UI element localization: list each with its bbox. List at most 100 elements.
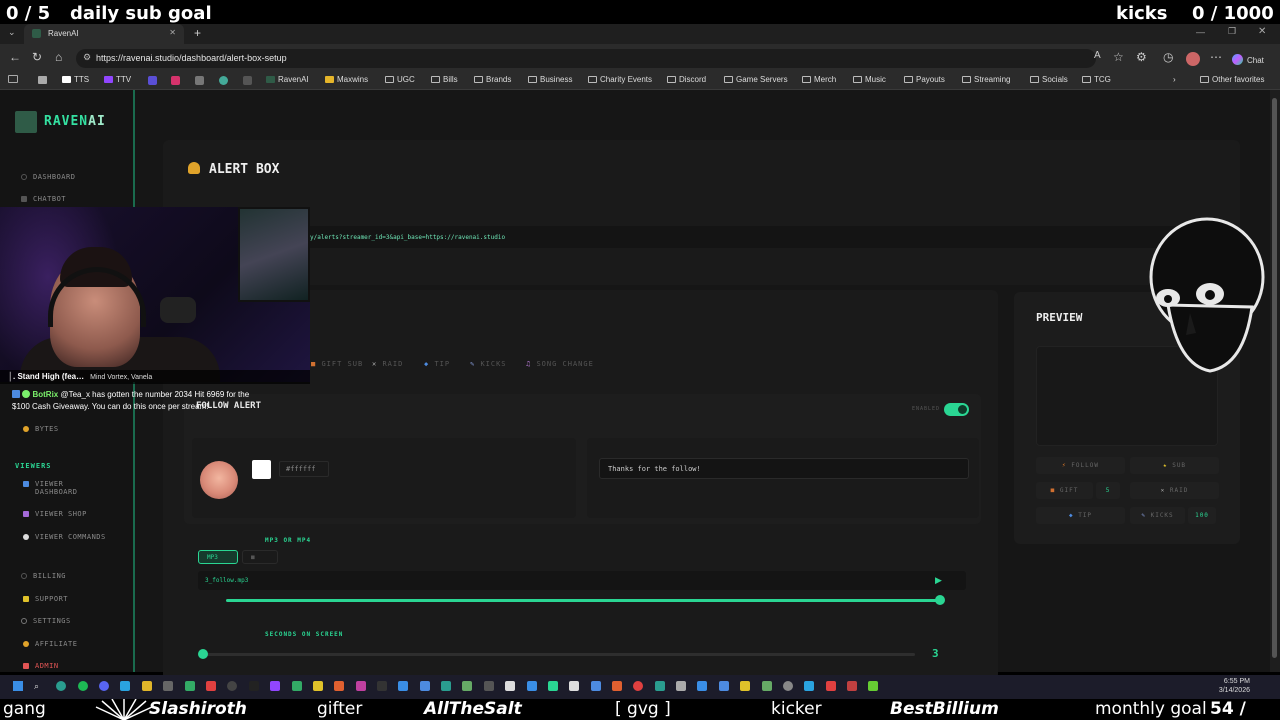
tab-list-icon[interactable]: ⌄ bbox=[8, 27, 16, 38]
taskbar-app-icon-25[interactable] bbox=[548, 681, 558, 691]
page-scroll-thumb[interactable] bbox=[1272, 98, 1277, 658]
preview-sub-button[interactable]: ★ SUB bbox=[1130, 457, 1219, 474]
sidebar-item-bytes[interactable]: BYTES bbox=[23, 425, 59, 433]
bookmark-tts[interactable]: TTS bbox=[62, 75, 89, 84]
taskbar-app-icon-19[interactable] bbox=[420, 681, 430, 691]
taskbar-app-icon-31[interactable] bbox=[676, 681, 686, 691]
bookmark-icon-ez[interactable] bbox=[148, 76, 157, 85]
taskbar-app-icon-26[interactable] bbox=[569, 681, 579, 691]
bookmark-icon-3[interactable] bbox=[195, 76, 204, 85]
taskbar-app-icon-33[interactable] bbox=[719, 681, 729, 691]
bookmark-other-favorites[interactable]: Other favorites bbox=[1200, 75, 1264, 84]
duration-slider-knob[interactable] bbox=[198, 649, 208, 659]
bookmark-icon-h[interactable] bbox=[171, 76, 180, 85]
tab-raid[interactable]: ✕ RAID bbox=[372, 360, 403, 368]
bookmark-socials[interactable]: Socials bbox=[1030, 75, 1068, 84]
chrome-icon[interactable] bbox=[633, 681, 643, 691]
search-icon[interactable]: ⌕ bbox=[34, 681, 39, 692]
taskbar-app-icon-39[interactable] bbox=[847, 681, 857, 691]
taskbar-app-icon-36[interactable] bbox=[783, 681, 793, 691]
taskbar-app-icon-15[interactable] bbox=[334, 681, 344, 691]
bookmark-game-servers[interactable]: Game Servers bbox=[724, 75, 788, 84]
bookmarks-overflow-icon[interactable]: › bbox=[1173, 75, 1176, 84]
spotify-icon[interactable] bbox=[78, 681, 88, 691]
bookmarks-panel-icon[interactable] bbox=[8, 75, 18, 83]
sidebar-item-viewer-shop[interactable]: VIEWER SHOP bbox=[23, 510, 87, 518]
taskbar-app-icon-22[interactable] bbox=[484, 681, 494, 691]
sidebar-item-viewer-dashboard[interactable]: VIEWER DASHBOARD bbox=[23, 480, 123, 496]
bookmark-icon-4[interactable] bbox=[219, 76, 228, 85]
more-menu-icon[interactable]: ⋯ bbox=[1210, 50, 1222, 64]
bookmark-payouts[interactable]: Payouts bbox=[904, 75, 945, 84]
taskbar-clock[interactable]: 6:55 PM 3/14/2026 bbox=[1200, 677, 1250, 695]
bookmark-brands[interactable]: Brands bbox=[474, 75, 511, 84]
bookmark-music[interactable]: Music bbox=[853, 75, 886, 84]
sidebar-item-viewer-commands[interactable]: VIEWER COMMANDS bbox=[23, 533, 106, 541]
mp4-option-button[interactable]: ■ bbox=[242, 550, 278, 564]
tab-ravenai[interactable]: RavenAI ✕ bbox=[24, 24, 184, 44]
taskbar-app-icon-23[interactable] bbox=[505, 681, 515, 691]
back-icon[interactable]: ← bbox=[9, 50, 21, 64]
taskbar-app-icon-7[interactable] bbox=[163, 681, 173, 691]
color-hex-input[interactable]: #ffffff bbox=[279, 461, 329, 477]
alert-image-avatar[interactable] bbox=[200, 461, 238, 499]
preview-tip-button[interactable]: ◆ TIP bbox=[1036, 507, 1125, 524]
tab-song-change[interactable]: ♫ SONG CHANGE bbox=[526, 360, 594, 368]
preview-raid-button[interactable]: ✕ RAID bbox=[1130, 482, 1219, 499]
bookmark-charity-events[interactable]: Charity Events bbox=[588, 75, 652, 84]
taskbar-app-icon-38[interactable] bbox=[826, 681, 836, 691]
preview-follow-button[interactable]: ⚡ FOLLOW bbox=[1036, 457, 1125, 474]
sidebar-item-dashboard[interactable]: DASHBOARD bbox=[21, 173, 75, 181]
bookmark-maxwins[interactable]: Maxwins bbox=[325, 75, 368, 84]
mp3-option-button[interactable]: MP3 bbox=[198, 550, 238, 564]
minimize-icon[interactable]: — bbox=[1196, 27, 1205, 37]
preview-gift-button[interactable]: ■ GIFT bbox=[1036, 482, 1093, 499]
taskbar-app-icon-21[interactable] bbox=[462, 681, 472, 691]
gmail-icon[interactable] bbox=[38, 76, 47, 84]
reload-icon[interactable]: ↻ bbox=[32, 50, 42, 64]
copilot-chat-button[interactable]: Chat bbox=[1232, 51, 1272, 67]
maximize-icon[interactable]: ❐ bbox=[1228, 26, 1236, 37]
alert-message-input[interactable]: Thanks for the follow! bbox=[599, 458, 969, 479]
taskbar-app-icon-24[interactable] bbox=[527, 681, 537, 691]
sidebar-item-billing[interactable]: BILLING bbox=[21, 572, 66, 580]
taskbar-app-icon-28[interactable] bbox=[612, 681, 622, 691]
bookmark-ugc[interactable]: UGC bbox=[385, 75, 415, 84]
duration-slider-track[interactable] bbox=[203, 653, 915, 656]
bookmark-icon-5[interactable] bbox=[243, 76, 252, 85]
telegram-icon[interactable] bbox=[120, 681, 130, 691]
extensions-icon[interactable]: ⚙ bbox=[1136, 50, 1147, 64]
taskbar-app-icon-34[interactable] bbox=[740, 681, 750, 691]
tab-kicks[interactable]: ✎ KICKS bbox=[470, 360, 507, 368]
taskbar-app-icon-20[interactable] bbox=[441, 681, 451, 691]
play-icon[interactable]: ▶ bbox=[935, 575, 942, 586]
bookmark-ttv[interactable]: TTV bbox=[104, 75, 131, 84]
edge-icon[interactable] bbox=[56, 681, 66, 691]
favorite-star-icon[interactable]: ☆ bbox=[1113, 50, 1124, 64]
enabled-toggle[interactable] bbox=[944, 403, 969, 416]
bookmark-discord[interactable]: Discord bbox=[667, 75, 706, 84]
taskbar-app-icon-27[interactable] bbox=[591, 681, 601, 691]
new-tab-icon[interactable]: + bbox=[194, 26, 201, 40]
taskbar-app-icon-32[interactable] bbox=[697, 681, 707, 691]
taskbar-app-icon-40[interactable] bbox=[868, 681, 878, 691]
taskbar-app-icon-35[interactable] bbox=[762, 681, 772, 691]
url-field[interactable]: ⚙ https://ravenai.studio/dashboard/alert… bbox=[76, 49, 1096, 68]
bookmark-business[interactable]: Business bbox=[528, 75, 572, 84]
taskbar-app-icon-37[interactable] bbox=[804, 681, 814, 691]
bookmark-bills[interactable]: Bills bbox=[431, 75, 458, 84]
history-icon[interactable]: ◷ bbox=[1163, 50, 1173, 64]
preview-kicks-button[interactable]: ✎ KICKS bbox=[1130, 507, 1185, 524]
volume-slider-track[interactable] bbox=[226, 599, 940, 602]
taskbar-app-icon-17[interactable] bbox=[377, 681, 387, 691]
tab-gift-sub[interactable]: ■ GIFT SUB bbox=[311, 360, 363, 368]
taskbar-app-icon-14[interactable] bbox=[313, 681, 323, 691]
tab-tip[interactable]: ◆ TIP bbox=[424, 360, 450, 368]
start-icon[interactable] bbox=[13, 681, 23, 691]
site-info-icon[interactable]: ⚙ bbox=[83, 52, 91, 63]
window-close-icon[interactable]: ✕ bbox=[1258, 26, 1266, 37]
sidebar-item-support[interactable]: SUPPORT bbox=[23, 595, 68, 603]
read-aloud-icon[interactable]: A bbox=[1094, 50, 1101, 61]
bookmark-ravenai[interactable]: RavenAI bbox=[266, 75, 309, 84]
discord-icon[interactable] bbox=[99, 681, 109, 691]
